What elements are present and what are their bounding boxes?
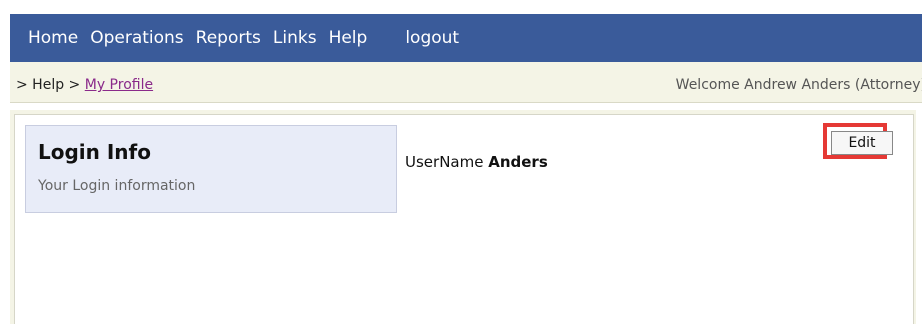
username-value: Anders [488, 153, 548, 171]
nav-operations[interactable]: Operations [90, 28, 183, 48]
breadcrumb: > Help > My Profile [16, 77, 153, 93]
left-margin [0, 0, 10, 324]
nav-help[interactable]: Help [329, 28, 368, 48]
nav-logout[interactable]: logout [405, 28, 459, 48]
edit-highlight-box: Edit [823, 123, 893, 159]
username-label: UserName [405, 153, 484, 171]
breadcrumb-prefix: > Help > [16, 77, 81, 93]
nav-links[interactable]: Links [273, 28, 317, 48]
top-navigation: Home Operations Reports Links Help logou… [10, 14, 922, 62]
login-info-panel: Login Info Your Login information [25, 125, 397, 213]
edit-button[interactable]: Edit [831, 131, 893, 155]
content-frame: Login Info Your Login information UserNa… [10, 110, 916, 324]
nav-home[interactable]: Home [28, 28, 78, 48]
breadcrumb-my-profile-link[interactable]: My Profile [85, 77, 153, 93]
login-info-title: Login Info [38, 140, 151, 164]
login-info-subtitle: Your Login information [38, 178, 196, 194]
breadcrumb-bar: > Help > My Profile Welcome Andrew Ander… [10, 62, 922, 103]
nav-reports[interactable]: Reports [196, 28, 261, 48]
page: Home Operations Reports Links Help logou… [0, 0, 922, 324]
username-row: UserName Anders [405, 153, 548, 171]
welcome-text: Welcome Andrew Anders (Attorney) [675, 77, 922, 93]
profile-content: Login Info Your Login information UserNa… [14, 114, 914, 324]
